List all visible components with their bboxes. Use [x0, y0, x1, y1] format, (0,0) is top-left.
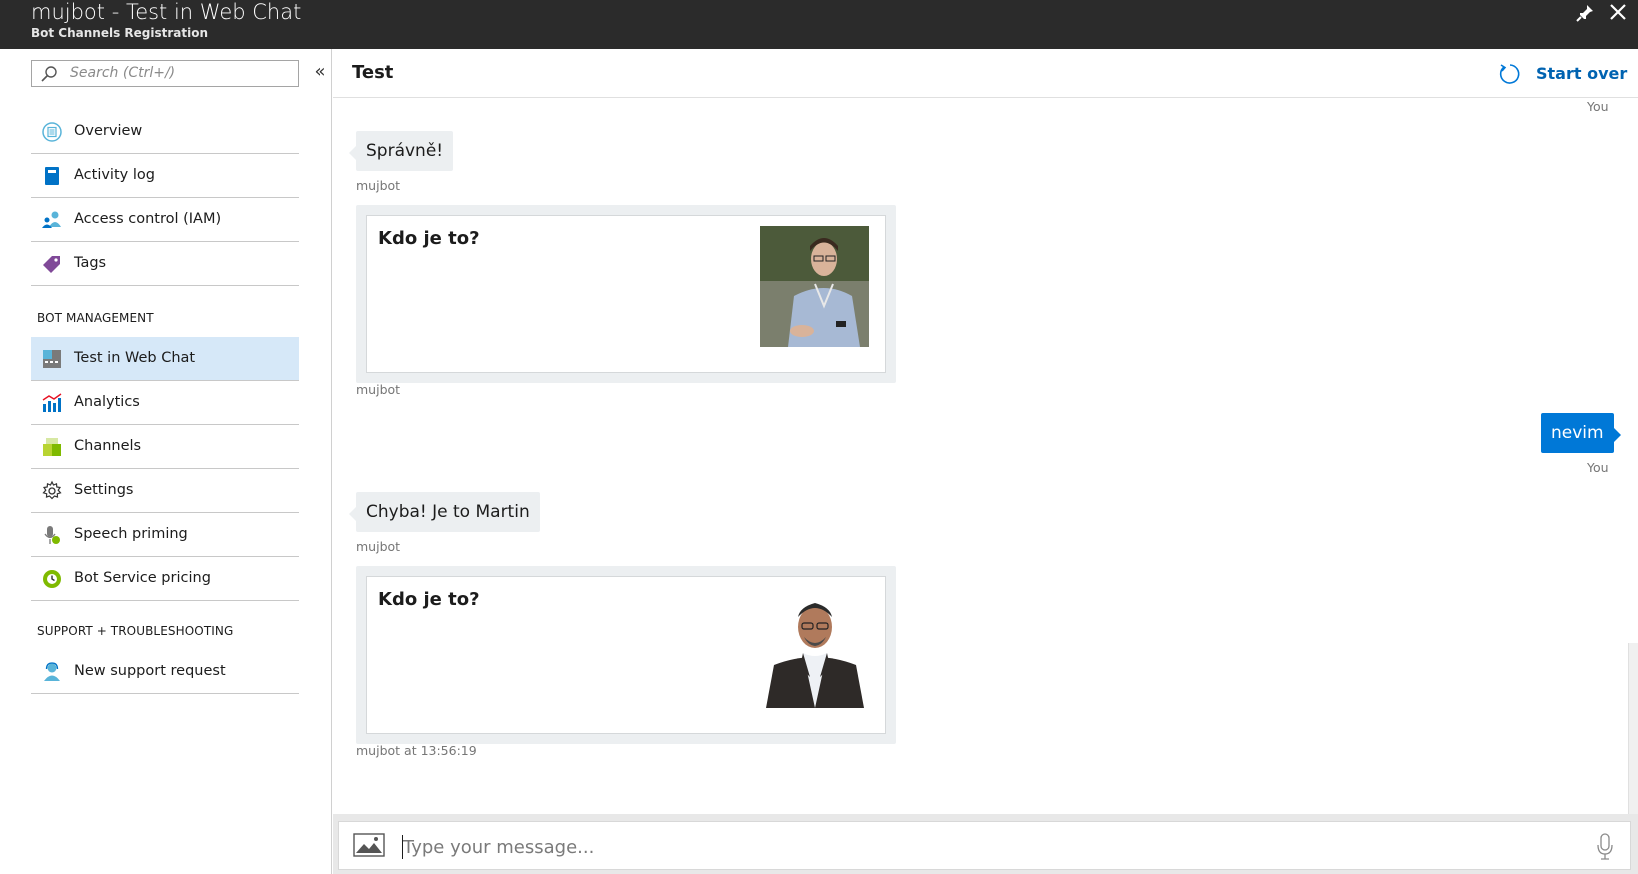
- section-header-support: SUPPORT + TROUBLESHOOTING: [37, 624, 234, 638]
- message-sender: You: [1587, 460, 1609, 475]
- sidebar-item-overview[interactable]: Overview: [31, 110, 299, 154]
- sidebar-item-label: New support request: [74, 663, 226, 679]
- message-timestamp: mujbot at 13:56:19: [356, 743, 477, 758]
- sidebar-item-label: Channels: [74, 438, 142, 454]
- message-input[interactable]: [403, 834, 1553, 860]
- window-title: mujbot - Test in Web Chat: [31, 0, 302, 24]
- speech-priming-icon: [44, 526, 60, 544]
- sidebar-item-activity-log[interactable]: Activity log: [31, 154, 299, 198]
- sidebar-item-analytics[interactable]: Analytics: [31, 381, 299, 425]
- user-message: nevim: [1541, 413, 1621, 453]
- sidebar-item-label: Access control (IAM): [74, 211, 222, 227]
- gear-icon: [42, 480, 62, 500]
- message-sender: You: [1587, 99, 1609, 114]
- sidebar-item-label: Overview: [74, 123, 143, 139]
- collapse-sidebar-button[interactable]: «: [310, 63, 330, 83]
- message-sender: mujbot: [356, 382, 401, 397]
- search-icon: [41, 66, 57, 82]
- message-composer: [333, 814, 1638, 874]
- sidebar-item-label: Test in Web Chat: [74, 350, 196, 366]
- section-header-bot-management: BOT MANAGEMENT: [37, 311, 154, 325]
- title-bar: mujbot - Test in Web Chat Bot Channels R…: [0, 0, 1638, 49]
- composer-box: [338, 821, 1631, 870]
- sidebar-item-label: Tags: [74, 255, 107, 271]
- bot-message: Chyba! Je to Martin: [349, 492, 540, 532]
- access-control-icon: [42, 211, 61, 228]
- sidebar-item-test-in-web-chat[interactable]: Test in Web Chat: [31, 337, 299, 381]
- analytics-icon: [42, 393, 62, 412]
- bot-card-message: Kdo je to?: [356, 205, 896, 383]
- card-title: Kdo je to?: [378, 228, 480, 249]
- card-photo: [760, 587, 869, 708]
- sidebar-item-access-control[interactable]: Access control (IAM): [31, 198, 299, 242]
- bot-message: Správně!: [348, 131, 454, 171]
- sidebar-item-label: Analytics: [74, 394, 140, 410]
- window-subtitle: Bot Channels Registration: [31, 26, 209, 40]
- bot-card-message: Kdo je to?: [356, 566, 896, 744]
- pricing-icon: [43, 570, 61, 588]
- message-sender: mujbot: [356, 178, 401, 193]
- refresh-icon: [1499, 64, 1520, 84]
- page-title: Test: [352, 62, 394, 83]
- sidebar: Search (Ctrl+/) « Overview Activity log …: [0, 49, 332, 874]
- support-icon: [44, 662, 60, 681]
- search-input[interactable]: Search (Ctrl+/): [70, 65, 175, 81]
- sidebar-item-label: Bot Service pricing: [74, 570, 211, 586]
- card-title: Kdo je to?: [378, 589, 480, 610]
- sidebar-item-new-support-request[interactable]: New support request: [31, 650, 299, 694]
- hero-card: Kdo je to?: [366, 576, 886, 734]
- search-box[interactable]: Search (Ctrl+/): [31, 60, 299, 87]
- channels-icon: [43, 438, 61, 456]
- close-icon[interactable]: [1607, 1, 1629, 23]
- chat-history: You Správně! mujbot Kdo je to? mujbot ne…: [333, 99, 1638, 864]
- chat-header: Test Start over: [333, 49, 1638, 98]
- sidebar-item-label: Settings: [74, 482, 134, 498]
- pin-icon[interactable]: [1574, 2, 1596, 24]
- upload-image-icon[interactable]: [353, 833, 385, 857]
- sidebar-item-bot-service-pricing[interactable]: Bot Service pricing: [31, 557, 299, 601]
- start-over-label: Start over: [1536, 64, 1628, 83]
- web-chat-icon: [43, 350, 61, 368]
- sidebar-item-channels[interactable]: Channels: [31, 425, 299, 469]
- sidebar-item-label: Activity log: [74, 167, 155, 183]
- tag-icon: [43, 256, 60, 273]
- card-photo: [760, 226, 869, 347]
- microphone-icon[interactable]: [1595, 833, 1615, 861]
- overview-icon: [42, 122, 62, 142]
- sidebar-item-tags[interactable]: Tags: [31, 242, 299, 286]
- message-sender: mujbot: [356, 539, 401, 554]
- activity-log-icon: [45, 167, 59, 185]
- sidebar-item-settings[interactable]: Settings: [31, 469, 299, 513]
- sidebar-item-speech-priming[interactable]: Speech priming: [31, 513, 299, 557]
- main-panel: Test Start over You Správně! mujbot Kdo …: [333, 49, 1638, 874]
- hero-card: Kdo je to?: [366, 215, 886, 373]
- sidebar-item-label: Speech priming: [74, 526, 188, 542]
